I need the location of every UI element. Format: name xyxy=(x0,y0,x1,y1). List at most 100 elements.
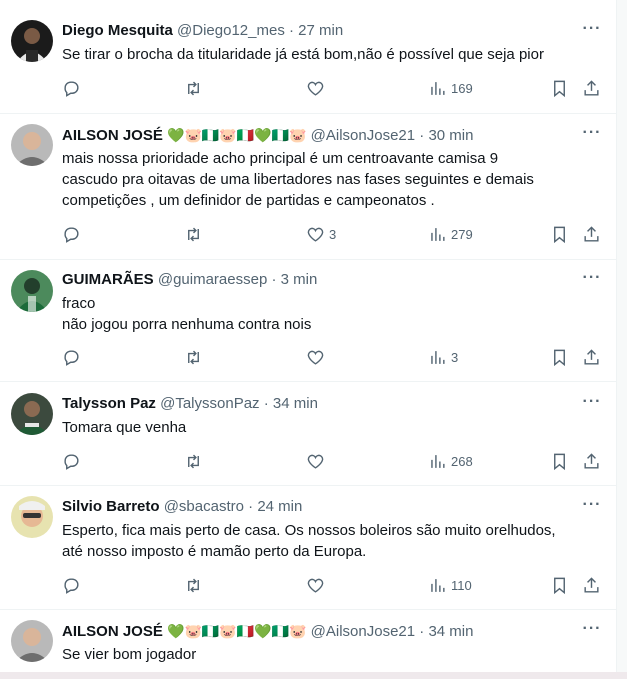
retweet-button[interactable] xyxy=(184,78,207,98)
tweet[interactable]: AILSON JOSÉ 💚🐷🇳🇬🐷🇮🇹💚🇳🇬🐷 @AilsonJose21 · … xyxy=(0,114,616,260)
retweet-icon xyxy=(188,81,199,95)
timestamp[interactable]: 30 min xyxy=(428,127,473,144)
like-button[interactable] xyxy=(306,575,329,595)
display-name[interactable]: AILSON JOSÉ xyxy=(62,127,163,144)
timestamp[interactable]: 34 min xyxy=(273,395,318,412)
display-name[interactable]: AILSON JOSÉ xyxy=(62,623,163,640)
bookmark-button[interactable] xyxy=(550,347,569,367)
views-icon xyxy=(431,227,445,241)
view-count: 279 xyxy=(451,226,473,242)
bookmark-icon xyxy=(554,453,565,470)
reply-icon xyxy=(64,349,79,366)
timestamp[interactable]: 27 min xyxy=(298,22,343,39)
avatar[interactable] xyxy=(11,496,53,538)
views-button[interactable]: 169 xyxy=(428,78,473,98)
avatar[interactable] xyxy=(11,620,53,662)
like-button[interactable] xyxy=(306,451,329,471)
more-icon[interactable]: ··· xyxy=(582,497,602,518)
name-emojis: 💚🐷🇳🇬🐷🇮🇹💚🇳🇬🐷 xyxy=(167,623,307,639)
user-handle[interactable]: @Diego12_mes xyxy=(177,22,285,39)
user-handle[interactable]: @guimaraessep xyxy=(158,271,267,288)
like-button[interactable]: 3 xyxy=(306,224,336,244)
views-icon xyxy=(431,350,445,364)
bookmark-button[interactable] xyxy=(550,224,569,244)
reply-button[interactable] xyxy=(62,451,85,471)
view-count: 268 xyxy=(451,453,473,469)
reply-button[interactable] xyxy=(62,575,85,595)
separator-dot: · xyxy=(419,127,425,144)
share-icon xyxy=(584,452,599,469)
views-icon xyxy=(431,578,445,592)
avatar[interactable] xyxy=(11,393,53,435)
tweet[interactable]: Diego Mesquita @Diego12_mes · 27 min ···… xyxy=(0,0,616,114)
timestamp[interactable]: 34 min xyxy=(428,623,473,640)
display-name[interactable]: Silvio Barreto xyxy=(62,498,160,515)
timestamp[interactable]: 3 min xyxy=(281,271,318,288)
display-name[interactable]: GUIMARÃES xyxy=(62,271,154,288)
user-handle[interactable]: @AilsonJose21 xyxy=(311,127,415,144)
share-button[interactable] xyxy=(582,78,601,98)
like-count: 3 xyxy=(329,226,337,242)
user-handle[interactable]: @sbacastro xyxy=(164,498,244,515)
separator-dot: · xyxy=(248,498,254,515)
bookmark-icon xyxy=(554,349,565,366)
view-count: 110 xyxy=(451,577,472,593)
tweet-text: Tomara que venha xyxy=(62,419,187,436)
view-count: 169 xyxy=(451,80,473,96)
page-bottom-edge xyxy=(0,672,627,679)
like-button[interactable] xyxy=(306,347,329,367)
user-handle[interactable]: @TalyssonPaz xyxy=(160,395,259,412)
retweet-button[interactable] xyxy=(184,347,207,367)
share-button[interactable] xyxy=(582,451,601,471)
share-button[interactable] xyxy=(582,575,601,595)
share-icon xyxy=(584,576,599,593)
reply-button[interactable] xyxy=(62,78,85,98)
views-button[interactable]: 268 xyxy=(428,451,473,471)
retweet-icon xyxy=(188,578,199,592)
reply-icon xyxy=(64,226,79,243)
display-name[interactable]: Diego Mesquita xyxy=(62,22,173,39)
timeline: Diego Mesquita @Diego12_mes · 27 min ···… xyxy=(0,0,617,679)
timestamp[interactable]: 24 min xyxy=(257,498,302,515)
tweet[interactable]: GUIMARÃES @guimaraessep · 3 min ··· frac… xyxy=(0,260,616,382)
views-button[interactable]: 279 xyxy=(428,224,473,244)
tweet-text: mais nossa prioridade acho principal é u… xyxy=(62,150,534,209)
separator-dot: · xyxy=(271,271,277,288)
display-name[interactable]: Talysson Paz xyxy=(62,395,156,412)
user-handle[interactable]: @AilsonJose21 xyxy=(311,623,415,640)
retweet-button[interactable] xyxy=(184,575,207,595)
share-icon xyxy=(584,79,599,96)
reply-icon xyxy=(64,80,79,97)
share-icon xyxy=(584,348,599,365)
more-icon[interactable]: ··· xyxy=(582,21,602,42)
tweet[interactable]: Talysson Paz @TalyssonPaz · 34 min ··· T… xyxy=(0,382,616,486)
more-icon[interactable]: ··· xyxy=(582,125,602,146)
tweet[interactable]: AILSON JOSÉ 💚🐷🇳🇬🐷🇮🇹💚🇳🇬🐷 @AilsonJose21 · … xyxy=(0,610,616,672)
more-icon[interactable]: ··· xyxy=(582,270,602,291)
retweet-icon xyxy=(188,454,199,468)
tweet-text: Esperto, fica mais perto de casa. Os nos… xyxy=(62,522,556,560)
avatar[interactable] xyxy=(11,270,53,312)
avatar[interactable] xyxy=(11,20,53,62)
views-button[interactable]: 3 xyxy=(428,347,458,367)
reply-button[interactable] xyxy=(62,224,85,244)
bookmark-button[interactable] xyxy=(550,451,569,471)
separator-dot: · xyxy=(419,623,425,640)
bookmark-button[interactable] xyxy=(550,575,569,595)
tweet[interactable]: Silvio Barreto @sbacastro · 24 min ··· E… xyxy=(0,486,616,610)
retweet-button[interactable] xyxy=(184,224,207,244)
retweet-button[interactable] xyxy=(184,451,207,471)
more-icon[interactable]: ··· xyxy=(582,621,602,642)
like-button[interactable] xyxy=(306,78,329,98)
tweet-text: fraco não jogou porra nenhuma contra noi… xyxy=(62,295,312,333)
tweet-actions: 3 279 xyxy=(62,224,612,244)
bookmark-button[interactable] xyxy=(550,78,569,98)
share-button[interactable] xyxy=(582,347,601,367)
more-icon[interactable]: ··· xyxy=(582,394,602,415)
reply-button[interactable] xyxy=(62,347,85,367)
views-button[interactable]: 110 xyxy=(428,575,472,595)
share-button[interactable] xyxy=(582,224,601,244)
avatar[interactable] xyxy=(11,124,53,166)
reply-icon xyxy=(64,453,79,470)
tweet-actions: 268 xyxy=(62,451,612,471)
